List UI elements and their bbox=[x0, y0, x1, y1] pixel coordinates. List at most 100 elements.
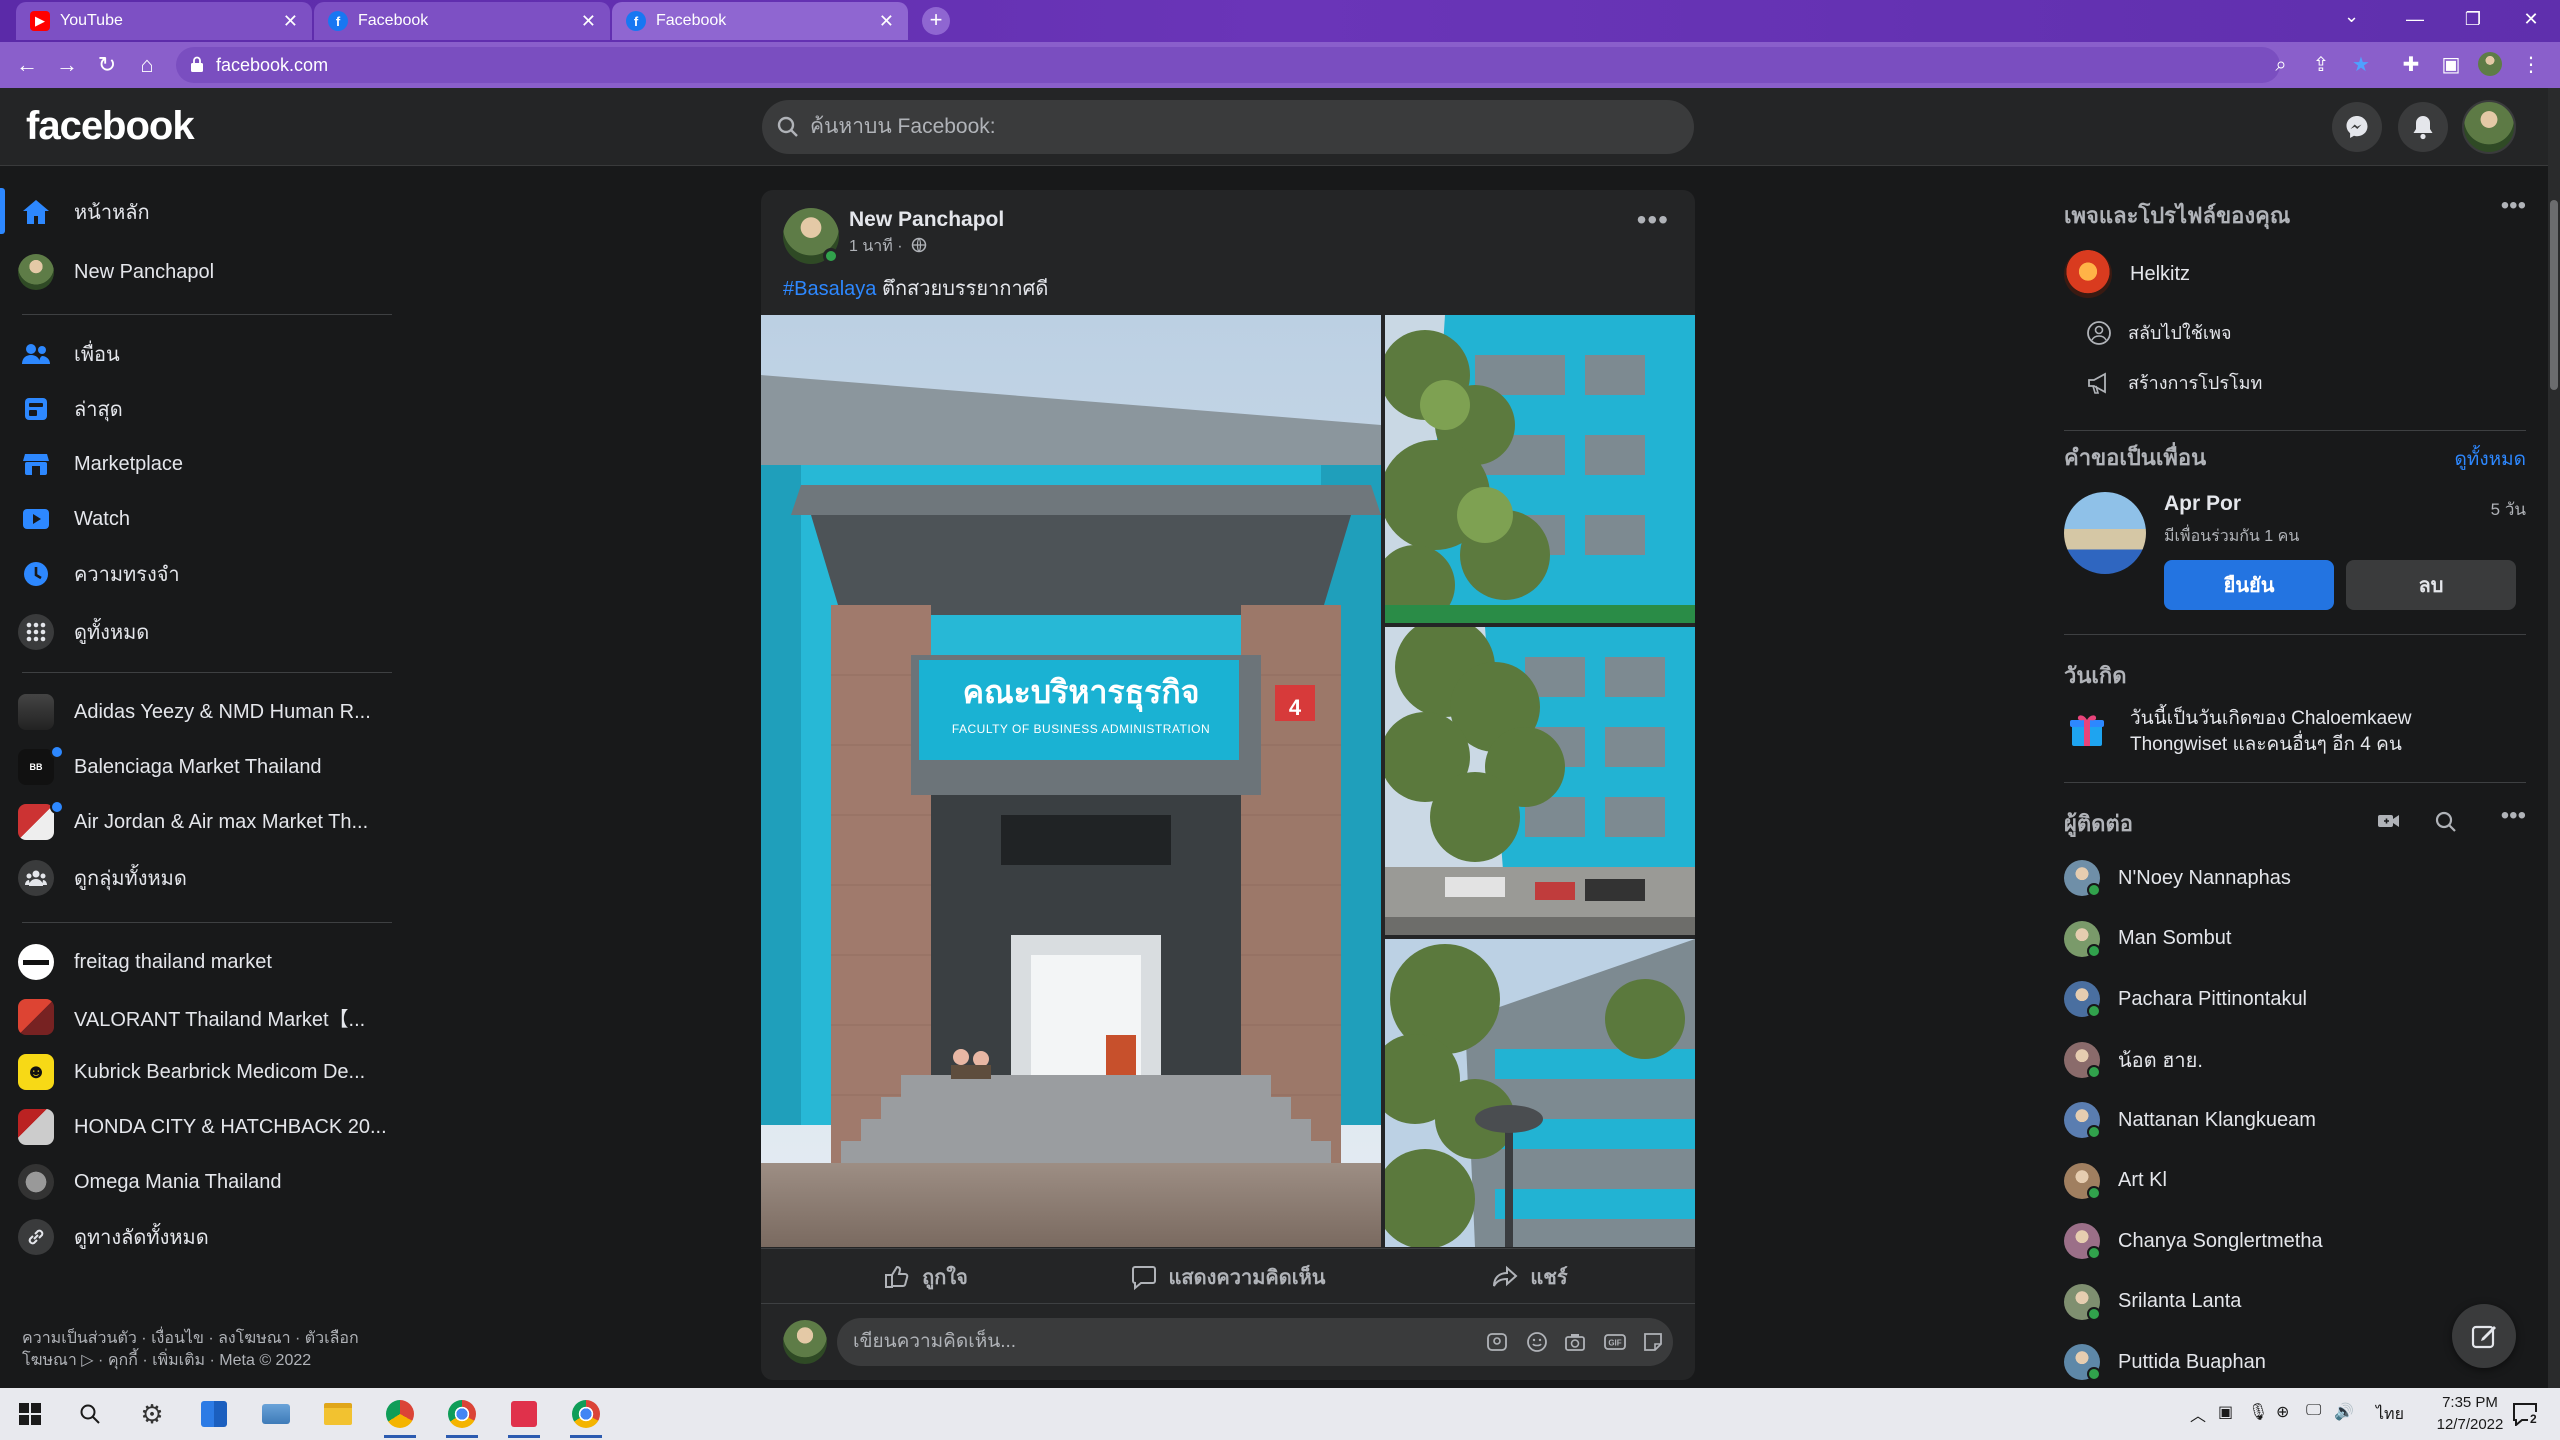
window-close-icon[interactable]: ✕ bbox=[2502, 0, 2560, 40]
nav-home[interactable]: หน้าหลัก bbox=[18, 186, 394, 238]
side-panel-icon[interactable]: ▣ bbox=[2438, 52, 2464, 78]
contact-item[interactable]: Nattanan Klangkueam bbox=[2064, 1102, 2316, 1139]
nav-friends[interactable]: เพื่อน bbox=[18, 328, 394, 380]
contact-item[interactable]: น้อต ฮาย. bbox=[2064, 1041, 2203, 1079]
camera-icon[interactable] bbox=[1563, 1330, 1587, 1354]
shortcut-item[interactable]: VALORANT Thailand Market【... bbox=[18, 991, 394, 1043]
profile-icon[interactable] bbox=[2478, 52, 2504, 78]
video-call-icon[interactable] bbox=[2376, 810, 2402, 832]
delete-button[interactable]: ลบ bbox=[2346, 560, 2516, 610]
volume-icon[interactable]: 🔊 bbox=[2334, 1402, 2354, 1422]
footer-links[interactable]: โฆษณา ▷ · คุกกี้ · เพิ่มเติม · Meta © 20… bbox=[22, 1350, 392, 1372]
comment-input[interactable] bbox=[853, 1328, 1453, 1356]
contact-item[interactable]: Puttida Buaphan bbox=[2064, 1344, 2266, 1381]
page-item[interactable]: Helkitz bbox=[2064, 250, 2190, 298]
tray-app-icon[interactable]: ▣ bbox=[2218, 1402, 2233, 1422]
facebook-logo[interactable]: facebook bbox=[26, 104, 195, 149]
store-icon[interactable] bbox=[194, 1396, 234, 1432]
new-tab-button[interactable]: + bbox=[922, 7, 950, 35]
nav-marketplace[interactable]: Marketplace bbox=[18, 438, 394, 490]
language-indicator[interactable]: ไทย bbox=[2376, 1402, 2404, 1427]
home-icon[interactable]: ⌂ bbox=[132, 50, 162, 80]
pages-options-icon[interactable]: ••• bbox=[2501, 192, 2526, 220]
post-photo-3[interactable] bbox=[1385, 627, 1695, 935]
tab-facebook-2[interactable]: f Facebook ✕ bbox=[612, 2, 908, 40]
microphone-icon[interactable]: 🎙 bbox=[2248, 1402, 2268, 1422]
nav-see-all-shortcuts[interactable]: ดูทางลัดทั้งหมด bbox=[18, 1211, 394, 1263]
menu-kebab-icon[interactable]: ⋮ bbox=[2518, 52, 2544, 78]
shortcut-item[interactable]: ☻ Kubrick Bearbrick Medicom De... bbox=[18, 1046, 394, 1098]
group-item[interactable]: Air Jordan & Air max Market Th... bbox=[18, 796, 394, 848]
system-clock[interactable]: 7:35 PM 12/7/2022 bbox=[2428, 1392, 2512, 1436]
account-avatar[interactable] bbox=[2462, 100, 2516, 154]
contacts-search-icon[interactable] bbox=[2434, 810, 2458, 834]
share-page-icon[interactable]: ⇪ bbox=[2308, 52, 2334, 78]
app-red-icon[interactable] bbox=[504, 1396, 544, 1438]
nav-see-all-groups[interactable]: ดูกลุ่มทั้งหมด bbox=[18, 852, 394, 904]
avatar-sticker-icon[interactable] bbox=[1485, 1330, 1509, 1354]
comment-button[interactable]: แสดงความคิดเห็น bbox=[1081, 1249, 1375, 1305]
zoom-icon[interactable]: ⌕ bbox=[2268, 52, 2294, 78]
emoji-icon[interactable] bbox=[1525, 1330, 1549, 1354]
forward-icon[interactable]: → bbox=[52, 50, 82, 80]
minimize-icon[interactable]: — bbox=[2386, 0, 2444, 40]
nav-feeds[interactable]: ล่าสุด bbox=[18, 383, 394, 435]
close-tab-icon[interactable]: ✕ bbox=[283, 11, 298, 32]
nav-see-all[interactable]: ดูทั้งหมด bbox=[18, 606, 394, 658]
back-icon[interactable]: ← bbox=[12, 50, 42, 80]
nav-profile[interactable]: New Panchapol bbox=[18, 246, 394, 298]
tab-search-icon[interactable]: ⌄ bbox=[2344, 6, 2359, 27]
contact-item[interactable]: Srilanta Lanta bbox=[2064, 1283, 2241, 1321]
switch-page-row[interactable]: สลับไปใช้เพจ bbox=[2086, 318, 2232, 347]
contact-item[interactable]: N'Noey Nannaphas bbox=[2064, 860, 2291, 897]
confirm-button[interactable]: ยืนยัน bbox=[2164, 560, 2334, 610]
create-promotion-row[interactable]: สร้างการโปรโมท bbox=[2086, 368, 2262, 397]
facebook-search[interactable] bbox=[762, 100, 1694, 154]
chrome-icon[interactable] bbox=[442, 1396, 482, 1438]
comment-box[interactable]: GIF bbox=[837, 1318, 1673, 1366]
notifications-button[interactable] bbox=[2398, 102, 2448, 152]
page-scrollbar[interactable] bbox=[2548, 88, 2560, 1388]
close-tab-icon[interactable]: ✕ bbox=[581, 11, 596, 32]
see-all-requests-link[interactable]: ดูทั้งหมด bbox=[2454, 444, 2526, 474]
shortcut-item[interactable]: Omega Mania Thailand bbox=[18, 1156, 394, 1208]
messenger-button[interactable] bbox=[2332, 102, 2382, 152]
group-item[interactable]: Adidas Yeezy & NMD Human R... bbox=[18, 686, 394, 738]
group-item[interactable]: BB Balenciaga Market Thailand bbox=[18, 741, 394, 793]
search-input[interactable] bbox=[810, 112, 1670, 142]
post-photo-2[interactable] bbox=[1385, 315, 1695, 623]
birthday-text[interactable]: วันนี้เป็นวันเกิดของ Chaloemkaew Thongwi… bbox=[2130, 706, 2470, 758]
post-options-icon[interactable]: ••• bbox=[1637, 204, 1669, 236]
bookmark-star-icon[interactable]: ★ bbox=[2348, 52, 2374, 78]
contacts-options-icon[interactable]: ••• bbox=[2501, 802, 2526, 830]
tab-youtube[interactable]: ▶ YouTube ✕ bbox=[16, 2, 312, 40]
shortcut-item[interactable]: freitag thailand market bbox=[18, 936, 394, 988]
contact-item[interactable]: Art Kl bbox=[2064, 1162, 2167, 1200]
request-avatar[interactable] bbox=[2064, 492, 2146, 574]
scrollbar-thumb[interactable] bbox=[2550, 200, 2558, 390]
network-icon[interactable]: 🖵 bbox=[2306, 1402, 2321, 1420]
hashtag-link[interactable]: #Basalaya bbox=[783, 278, 876, 300]
nav-memories[interactable]: ความทรงจำ bbox=[18, 548, 394, 600]
request-name[interactable]: Apr Por bbox=[2164, 492, 2241, 516]
taskbar-search-icon[interactable] bbox=[70, 1396, 110, 1432]
extensions-icon[interactable]: ✚ bbox=[2398, 52, 2424, 78]
windows-start-icon[interactable] bbox=[10, 1396, 50, 1432]
contact-item[interactable]: Pachara Pittinontakul bbox=[2064, 981, 2307, 1018]
contact-item[interactable]: Chanya Songlertmetha bbox=[2064, 1223, 2323, 1260]
reload-icon[interactable]: ↻ bbox=[92, 50, 122, 80]
photos-icon[interactable] bbox=[256, 1396, 296, 1432]
sticker-icon[interactable] bbox=[1641, 1330, 1665, 1354]
chrome-profile-icon[interactable] bbox=[380, 1396, 420, 1438]
post-time[interactable]: 1 นาที · bbox=[849, 234, 927, 259]
share-button[interactable]: แชร์ bbox=[1385, 1249, 1675, 1305]
file-explorer-icon[interactable] bbox=[318, 1396, 358, 1432]
notification-center-icon[interactable]: 2 bbox=[2512, 1402, 2539, 1431]
post-photo-main[interactable] bbox=[761, 315, 1381, 1247]
vpn-icon[interactable]: ⊕ bbox=[2276, 1402, 2289, 1422]
contact-item[interactable]: Man Sombut bbox=[2064, 920, 2231, 958]
restore-icon[interactable]: ❐ bbox=[2444, 0, 2502, 40]
gif-icon[interactable]: GIF bbox=[1603, 1330, 1627, 1354]
settings-gear-icon[interactable]: ⚙ bbox=[132, 1396, 172, 1432]
post-photo-4[interactable] bbox=[1385, 939, 1695, 1247]
